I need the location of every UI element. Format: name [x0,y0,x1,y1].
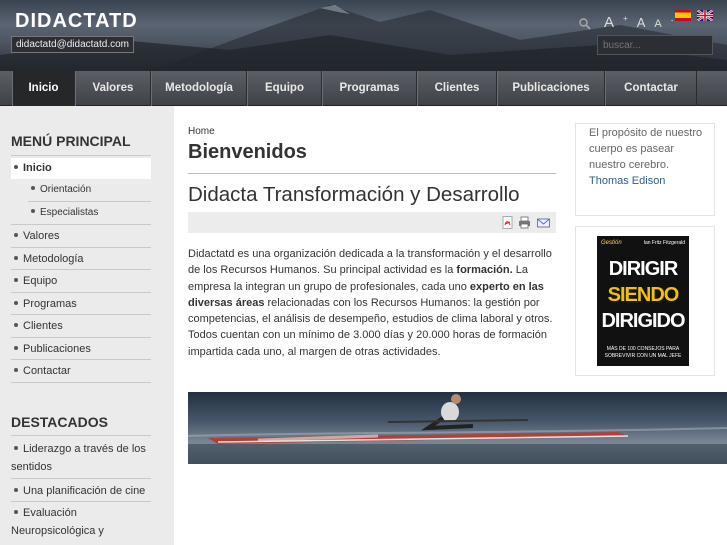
divider [11,269,151,270]
divider [11,435,151,436]
pdf-icon[interactable] [501,216,514,229]
email-icon[interactable] [537,216,550,229]
featured-title: DESTACADOS [11,414,108,430]
bullet-icon [14,346,18,351]
site-header: DIDACTATD didactatd@didactatd.com A + A A - [0,0,727,71]
nav-item-equipo[interactable]: Equipo [247,71,322,106]
article-toolbar [188,212,556,233]
book-subtitle-line-1: MÁS DE 100 CONSEJOS PARA [606,346,680,352]
divider [28,201,151,202]
bullet-icon [14,446,18,451]
font-reset-button[interactable]: A [637,15,646,30]
bullet-icon [14,323,18,328]
nav-item-metodologia[interactable]: Metodología [151,71,247,106]
bullet-icon [14,278,18,283]
book-cover[interactable]: Gestión Ian Fritz Fitzgerald DIRIGIR SIE… [597,236,689,366]
bullet-icon [14,256,18,261]
divider [11,155,151,156]
rowing-banner-image [188,392,727,464]
sidebar-item-metodologia[interactable]: Metodología [11,249,151,269]
nav-item-contactar[interactable]: Contactar [605,71,697,106]
bullet-icon [14,165,18,170]
search-input[interactable] [597,35,713,55]
search-icon[interactable] [578,17,592,31]
book-author: Ian Fritz Fitzgerald [643,240,685,246]
bullet-icon [14,368,18,373]
spanish-flag-icon[interactable] [675,10,691,21]
font-size-tools: A + A A - [604,14,682,31]
bullet-icon [14,301,18,306]
sidebar-item-contactar[interactable]: Contactar [11,361,151,381]
book-title-line-1: DIRIGIR [608,258,679,280]
sidebar-item-valores[interactable]: Valores [11,226,151,246]
contact-email[interactable]: didactatd@didactatd.com [11,36,134,53]
font-increase-button[interactable]: A + [604,14,628,31]
print-icon[interactable] [518,216,531,229]
english-flag-icon[interactable] [697,10,713,21]
book-title-line-2: SIENDO [607,284,680,306]
quote-text: El propósito de nuestro cuerpo es pasear… [589,127,703,187]
sidebar-item-especialistas[interactable]: Especialistas [28,203,151,223]
sidebar-item-clientes[interactable]: Clientes [11,316,151,336]
nav-item-inicio[interactable]: Inicio [12,71,75,106]
book-publisher: Gestión [601,240,622,246]
main-menu-title: MENÚ PRINCIPAL [11,133,131,149]
divider [11,224,151,225]
bullet-icon [31,186,35,191]
quote-author[interactable]: Thomas Edison [589,175,665,187]
bullet-icon [14,233,18,238]
sidebar-item-programas[interactable]: Programas [11,294,151,314]
sidebar-item-orientacion[interactable]: Orientación [28,180,151,200]
featured-item-planificacion[interactable]: Una planificación de cine [11,482,156,500]
nav-item-programas[interactable]: Programas [322,71,417,106]
page-title: Bienvenidos [188,141,307,163]
rower-illustration [188,394,727,464]
sidebar-item-inicio[interactable]: Inicio [11,158,151,179]
bullet-icon [31,209,35,214]
featured-item-evaluacion[interactable]: Evaluación Neuropsicológica y [11,504,156,540]
bullet-icon [14,488,18,493]
sidebar-item-publicaciones[interactable]: Publicaciones [11,339,151,359]
divider [11,292,151,293]
site-logo[interactable]: DIDACTATD [15,10,138,33]
divider [11,501,151,502]
book-subtitle-line-2: SOBREVIVIR CON UN MAL JEFE [604,353,682,359]
divider [11,314,151,315]
font-decrease-button[interactable]: A- [654,15,673,30]
book-title-line-3: DIRIGIDO [601,310,685,332]
featured-item-liderazgo[interactable]: Liderazgo a través de los sentidos [11,440,156,476]
sidebar-item-equipo[interactable]: Equipo [11,271,151,291]
article-body: Didactatd es una organización dedicada a… [188,248,553,358]
divider [11,337,151,338]
breadcrumb[interactable]: Home [188,126,215,137]
divider [188,173,556,174]
emphasis-text: formación. [456,264,513,277]
divider [11,247,151,248]
nav-item-publicaciones[interactable]: Publicaciones [497,71,605,106]
divider [11,478,151,479]
nav-item-valores[interactable]: Valores [75,71,151,106]
divider [11,382,151,383]
article-title: Didacta Transformación y Desarrollo [188,183,520,206]
bullet-icon [14,510,18,515]
main-navigation: Inicio Valores Metodología Equipo Progra… [0,71,727,106]
nav-item-clientes[interactable]: Clientes [417,71,497,106]
divider [11,359,151,360]
